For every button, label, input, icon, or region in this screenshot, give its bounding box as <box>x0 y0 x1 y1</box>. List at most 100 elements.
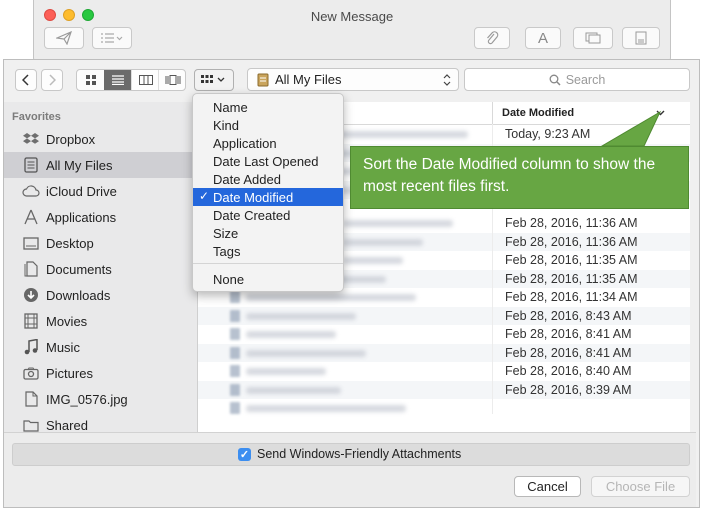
minimize-window-button[interactable] <box>63 9 75 21</box>
column-view-button[interactable] <box>131 70 159 90</box>
sidebar: Favorites Dropbox All My Files iCloud Dr… <box>4 102 198 432</box>
windows-friendly-label: Send Windows-Friendly Attachments <box>257 447 462 461</box>
date-modified-cell: Feb 28, 2016, 11:35 AM <box>505 253 638 267</box>
date-modified-cell: Feb 28, 2016, 8:41 AM <box>505 345 632 360</box>
sidebar-item-documents[interactable]: Documents <box>4 256 197 282</box>
search-input[interactable]: Search <box>464 68 690 91</box>
attach-button[interactable] <box>474 27 510 49</box>
paper-plane-icon <box>56 31 72 45</box>
sidebar-item-downloads[interactable]: Downloads <box>4 282 197 308</box>
sidebar-item-label: Dropbox <box>46 131 96 147</box>
header-fields-button[interactable] <box>92 27 132 49</box>
table-row[interactable]: Feb 28, 2016, 8:41 AM <box>198 343 690 362</box>
sidebar-item-all-my-files[interactable]: All My Files <box>4 152 197 178</box>
windows-icon <box>585 32 601 44</box>
sidebar-item-img-0576[interactable]: IMG_0576.jpg <box>4 386 197 412</box>
mail-compose-window: New Message A <box>33 0 671 62</box>
menu-item-label: Date Modified <box>213 189 294 205</box>
menu-item-date-added[interactable]: Date Added <box>193 170 343 188</box>
table-row[interactable]: Feb 28, 2016, 8:40 AM <box>198 362 690 381</box>
list-options-icon <box>101 33 123 43</box>
sidebar-item-label: Movies <box>46 313 88 329</box>
menu-separator <box>193 263 343 264</box>
sidebar-item-label: Shared <box>46 417 88 433</box>
table-row[interactable]: Feb 28, 2016, 8:41 AM <box>198 325 690 344</box>
date-modified-cell: Feb 28, 2016, 11:36 AM <box>505 234 638 249</box>
grid-icon <box>85 75 96 85</box>
column-header-label: Date Modified <box>502 107 575 119</box>
sidebar-item-label: IMG_0576.jpg <box>46 391 128 407</box>
photo-browser-button[interactable] <box>622 27 660 49</box>
list-icon <box>111 75 124 85</box>
callout-pointer <box>600 110 662 147</box>
table-row[interactable] <box>198 399 690 418</box>
cover-flow-icon <box>165 75 181 85</box>
sidebar-item-icloud-drive[interactable]: iCloud Drive <box>4 178 197 204</box>
updown-chevron-icon <box>443 74 451 86</box>
menu-item-none[interactable]: None <box>193 270 343 288</box>
menu-item-date-created[interactable]: Date Created <box>193 206 343 224</box>
list-view-button[interactable] <box>104 70 131 90</box>
sidebar-item-label: Applications <box>46 209 117 225</box>
zoom-window-button[interactable] <box>82 9 94 21</box>
music-icon <box>22 339 40 355</box>
icon-view-button[interactable] <box>77 70 104 90</box>
location-popup[interactable]: All My Files <box>247 68 459 91</box>
menu-item-date-last-opened[interactable]: Date Last Opened <box>193 152 343 170</box>
back-button[interactable] <box>15 69 37 91</box>
location-label: All My Files <box>275 72 342 87</box>
search-icon <box>549 74 561 86</box>
date-modified-cell: Feb 28, 2016, 8:39 AM <box>505 382 632 397</box>
sidebar-item-dropbox[interactable]: Dropbox <box>4 126 197 152</box>
all-files-icon <box>257 73 269 86</box>
windows-friendly-checkbox[interactable]: ✓ <box>238 448 251 461</box>
folder-icon <box>22 417 40 432</box>
sidebar-item-desktop[interactable]: Desktop <box>4 230 197 256</box>
desktop-icon <box>22 235 40 251</box>
menu-item-kind[interactable]: Kind <box>193 116 343 134</box>
chevron-left-icon <box>22 74 29 86</box>
sidebar-item-shared[interactable]: Shared <box>4 412 197 432</box>
browser-button[interactable] <box>573 27 613 49</box>
sidebar-item-label: iCloud Drive <box>46 183 117 199</box>
date-modified-cell: Feb 28, 2016, 8:41 AM <box>505 327 632 341</box>
callout-text: Sort the Date Modified column to show th… <box>363 156 656 195</box>
mail-window-title: New Message <box>310 9 394 24</box>
file-icon <box>22 391 40 407</box>
date-modified-cell: Today, 9:23 AM <box>505 127 591 141</box>
pictures-icon <box>22 365 40 381</box>
sidebar-item-label: Pictures <box>46 365 93 381</box>
applications-icon <box>22 209 40 225</box>
sidebar-item-music[interactable]: Music <box>4 334 197 360</box>
send-button[interactable] <box>44 27 84 49</box>
table-row[interactable]: Feb 28, 2016, 8:43 AM <box>198 306 690 325</box>
document-icon <box>635 31 647 45</box>
menu-item-tags[interactable]: Tags <box>193 242 343 260</box>
sidebar-item-applications[interactable]: Applications <box>4 204 197 230</box>
documents-icon <box>22 261 40 277</box>
cover-flow-button[interactable] <box>158 70 187 90</box>
format-button[interactable]: A <box>525 27 561 49</box>
sidebar-item-movies[interactable]: Movies <box>4 308 197 334</box>
menu-item-date-modified[interactable]: ✓ Date Modified <box>193 188 343 206</box>
movies-icon <box>22 313 40 329</box>
sidebar-item-label: Documents <box>46 261 112 277</box>
downloads-icon <box>22 287 40 303</box>
sidebar-item-label: All My Files <box>46 157 113 173</box>
cancel-button[interactable]: Cancel <box>514 476 581 497</box>
arrange-by-menu: Name Kind Application Date Last Opened D… <box>192 93 344 292</box>
forward-button[interactable] <box>41 69 63 91</box>
arrange-button[interactable] <box>194 69 234 91</box>
paperclip-icon <box>487 31 499 45</box>
sidebar-item-pictures[interactable]: Pictures <box>4 360 197 386</box>
close-window-button[interactable] <box>44 9 56 21</box>
choose-file-button[interactable]: Choose File <box>591 476 690 497</box>
menu-item-size[interactable]: Size <box>193 224 343 242</box>
table-row[interactable]: Feb 28, 2016, 8:39 AM <box>198 380 690 399</box>
menu-item-name[interactable]: Name <box>193 98 343 116</box>
menu-item-application[interactable]: Application <box>193 134 343 152</box>
columns-icon <box>138 75 153 85</box>
date-modified-cell: Feb 28, 2016, 8:43 AM <box>505 308 632 323</box>
instruction-callout: Sort the Date Modified column to show th… <box>350 146 689 209</box>
date-modified-cell: Feb 28, 2016, 11:35 AM <box>505 271 638 286</box>
